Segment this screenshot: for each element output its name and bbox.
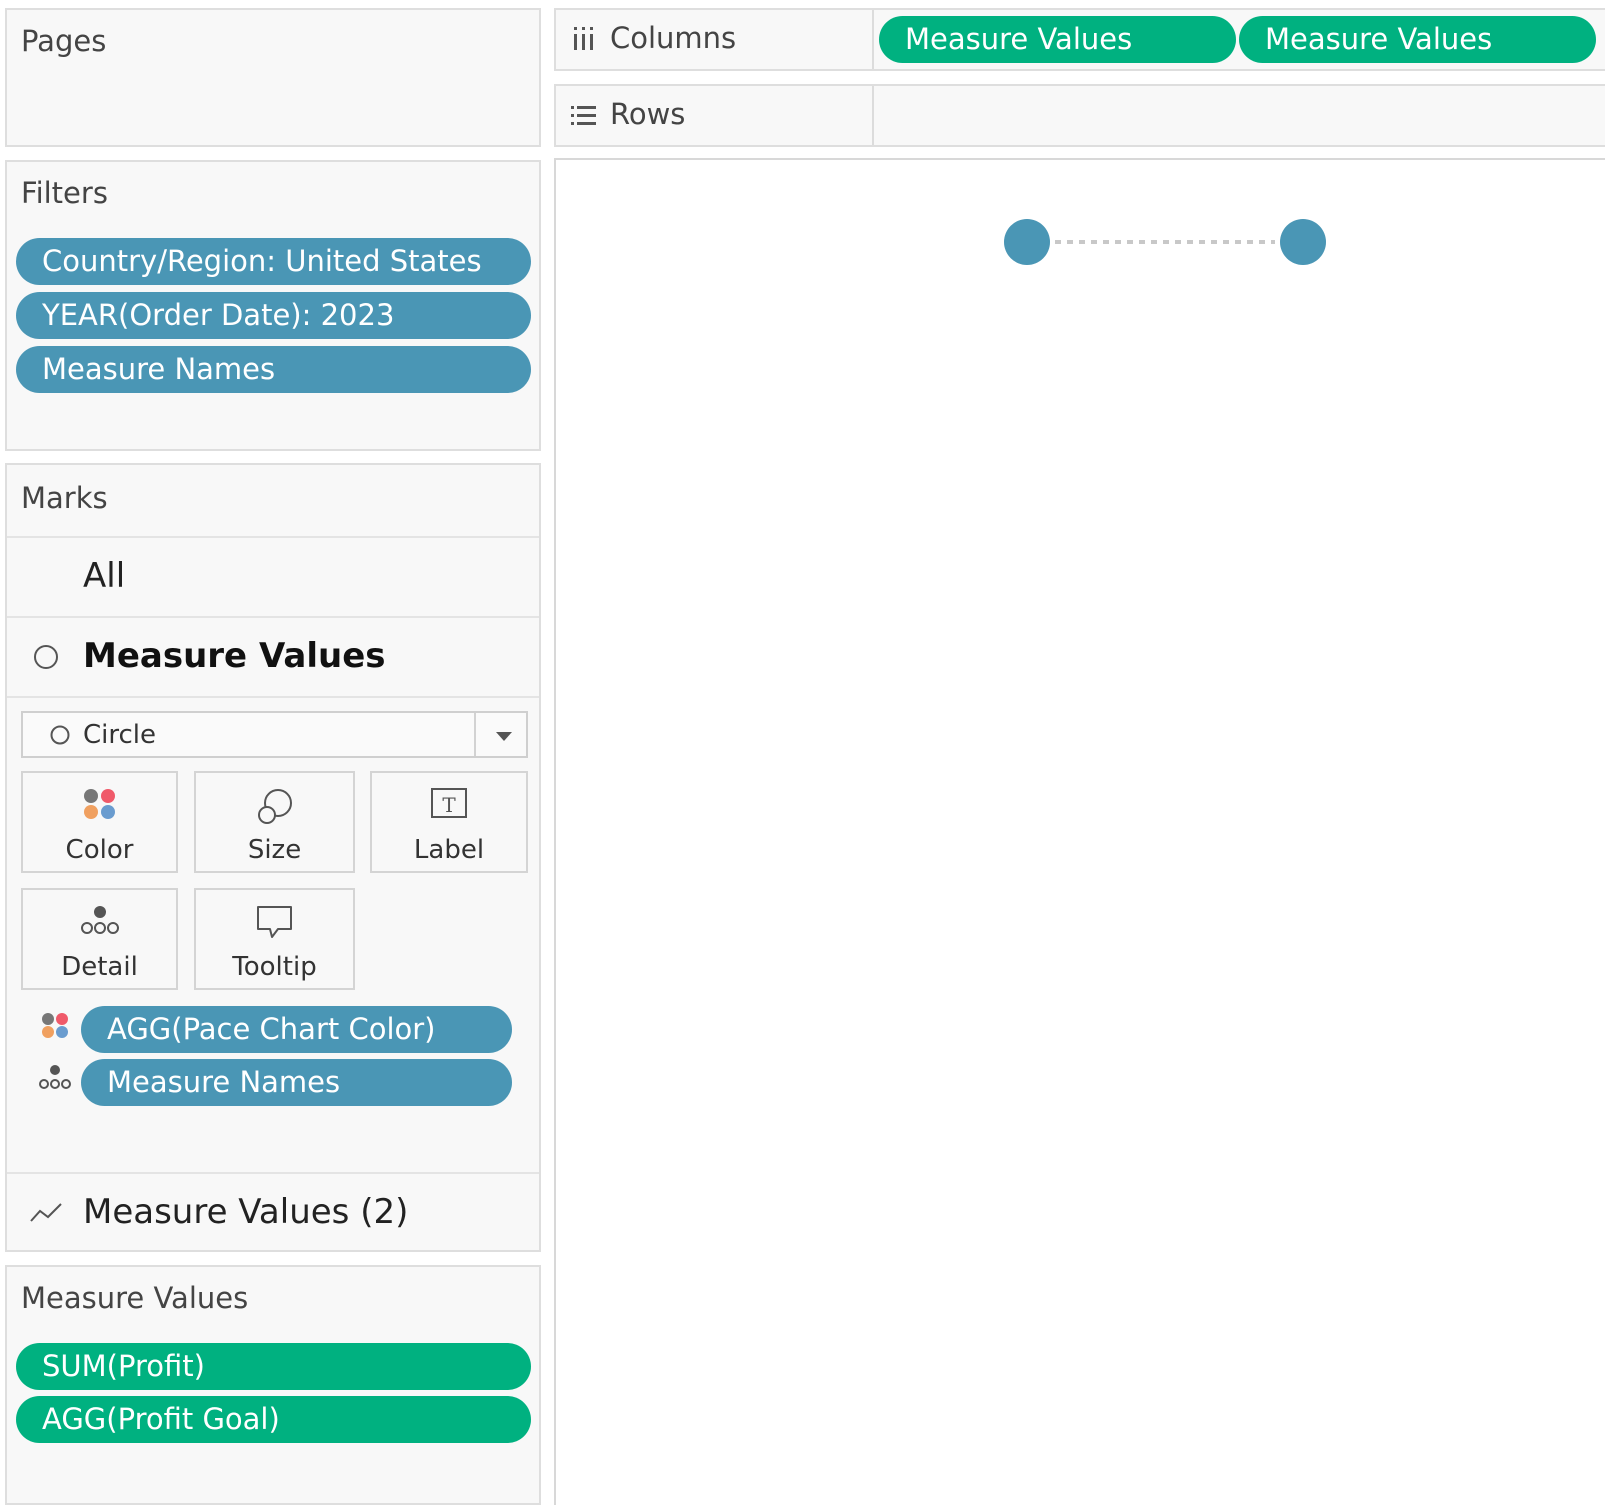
measure-values-card[interactable]: Measure Values SUM(Profit) AGG(Profit Go… bbox=[5, 1265, 541, 1505]
circle-icon bbox=[50, 725, 70, 745]
rows-label: Rows bbox=[610, 97, 686, 131]
rows-shelf[interactable]: Rows bbox=[554, 84, 1605, 147]
columns-pill-measure-values-2[interactable]: Measure Values bbox=[1239, 16, 1596, 63]
measure-value-pill-profit[interactable]: SUM(Profit) bbox=[16, 1343, 531, 1390]
filters-card[interactable]: Filters Country/Region: United States YE… bbox=[5, 160, 541, 451]
chevron-down-icon[interactable] bbox=[495, 730, 513, 742]
label-icon: T bbox=[431, 788, 467, 818]
columns-pill-measure-values-1[interactable]: Measure Values bbox=[879, 16, 1236, 63]
view-canvas[interactable] bbox=[554, 158, 1605, 1505]
mark-point-2[interactable] bbox=[1280, 219, 1326, 265]
color-button[interactable]: Color bbox=[21, 771, 178, 873]
size-icon bbox=[257, 789, 292, 824]
line-mark-icon bbox=[30, 1203, 62, 1222]
filter-pill-country[interactable]: Country/Region: United States bbox=[16, 238, 531, 285]
svg-text:T: T bbox=[442, 793, 456, 817]
size-button[interactable]: Size bbox=[194, 771, 355, 873]
measure-value-pill-profit-goal[interactable]: AGG(Profit Goal) bbox=[16, 1396, 531, 1443]
columns-divider bbox=[872, 10, 874, 69]
detail-icon bbox=[39, 1065, 71, 1089]
mark-type-dropdown[interactable]: Circle bbox=[21, 711, 528, 758]
filter-pill-year[interactable]: YEAR(Order Date): 2023 bbox=[16, 292, 531, 339]
filters-title: Filters bbox=[21, 176, 108, 210]
mark-point-1[interactable] bbox=[1004, 219, 1050, 265]
marks-card-measure-values-label: Measure Values bbox=[83, 636, 386, 676]
marks-pill-measure-names[interactable]: Measure Names bbox=[81, 1059, 512, 1106]
marks-title: Marks bbox=[21, 481, 108, 515]
color-label: Color bbox=[65, 835, 134, 865]
rows-icon bbox=[571, 106, 596, 125]
marks-card-measure-values[interactable]: Measure Values bbox=[7, 618, 539, 698]
pages-title: Pages bbox=[21, 24, 107, 58]
size-label: Size bbox=[247, 835, 302, 865]
pages-card[interactable]: Pages bbox=[5, 8, 541, 147]
measure-values-title: Measure Values bbox=[21, 1281, 249, 1315]
columns-label: Columns bbox=[610, 21, 737, 55]
color-icon bbox=[83, 789, 115, 819]
chart bbox=[1004, 219, 1326, 265]
marks-all-tab[interactable]: All bbox=[7, 538, 539, 618]
marks-all-label: All bbox=[83, 556, 126, 596]
tableau-worksheet: Pages Filters Country/Region: United Sta… bbox=[0, 0, 1605, 1505]
columns-icon bbox=[574, 27, 593, 50]
mark-type-label: Circle bbox=[83, 720, 157, 750]
marks-card: Marks All Measure Values Circle Color Si… bbox=[5, 463, 541, 1252]
filter-pill-measure-names[interactable]: Measure Names bbox=[16, 346, 531, 393]
detail-icon bbox=[80, 906, 119, 934]
marks-pill-pace-chart-color[interactable]: AGG(Pace Chart Color) bbox=[81, 1006, 512, 1053]
label-button[interactable]: T Label bbox=[370, 771, 528, 873]
label-label: Label bbox=[413, 835, 485, 865]
tooltip-button[interactable]: Tooltip bbox=[194, 888, 355, 990]
marks-header: Marks bbox=[7, 465, 539, 538]
circle-mark-icon bbox=[34, 645, 58, 669]
marks-card-measure-values-2[interactable]: Measure Values (2) bbox=[7, 1172, 539, 1252]
rows-divider bbox=[872, 86, 874, 145]
color-icon bbox=[42, 1013, 68, 1038]
detail-button[interactable]: Detail bbox=[21, 888, 178, 990]
dropdown-divider bbox=[474, 713, 476, 756]
tooltip-icon bbox=[256, 906, 292, 938]
columns-shelf[interactable]: Columns Measure Values Measure Values bbox=[554, 8, 1605, 71]
marks-card-measure-values-2-label: Measure Values (2) bbox=[83, 1192, 409, 1232]
detail-label: Detail bbox=[61, 952, 138, 982]
tooltip-label: Tooltip bbox=[232, 952, 317, 982]
